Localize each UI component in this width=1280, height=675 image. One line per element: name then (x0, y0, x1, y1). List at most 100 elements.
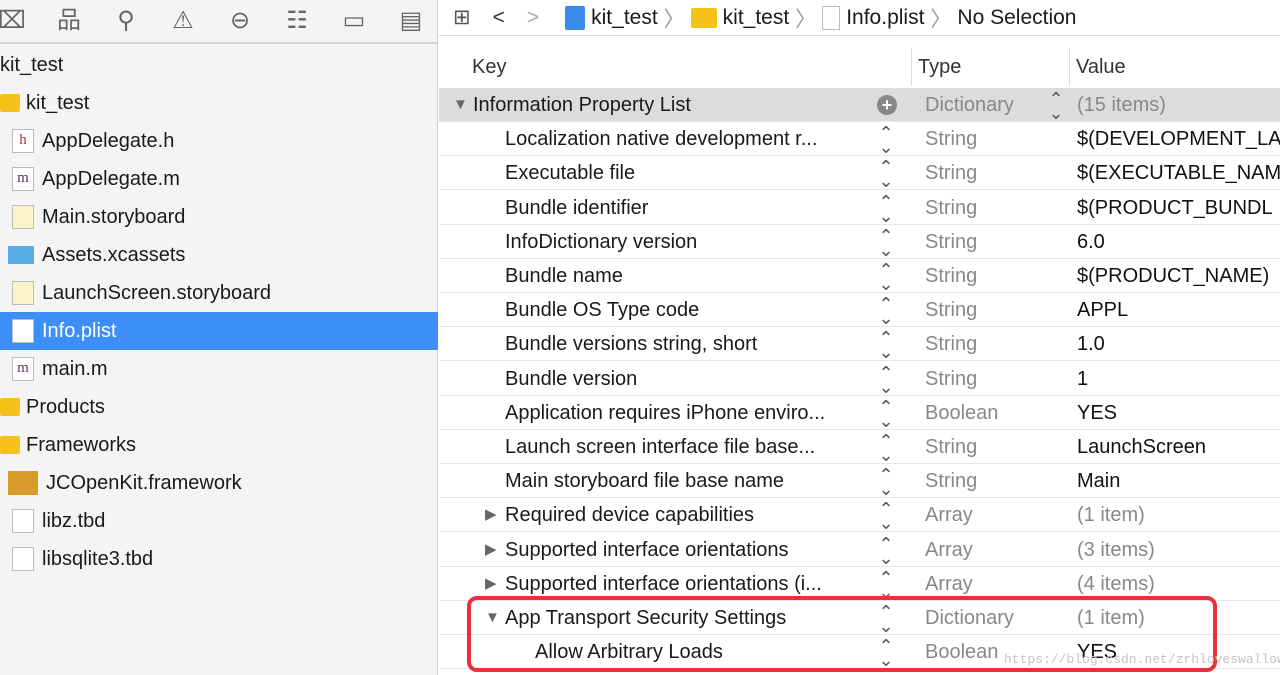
debug-navigator-icon[interactable]: ☷ (282, 6, 312, 36)
plist-type[interactable]: String (925, 122, 977, 156)
report-navigator-icon[interactable]: ▤ (396, 6, 426, 36)
stepper-icon[interactable]: ⌃ ⌄ (877, 329, 895, 361)
column-header-key[interactable]: Key (472, 48, 506, 86)
related-items-icon[interactable]: ⊞ (453, 5, 471, 30)
file-tree-item[interactable]: libsqlite3.tbd (0, 540, 438, 578)
plist-value[interactable]: (15 items) (1077, 88, 1166, 122)
plist-key[interactable]: Bundle name (505, 259, 623, 293)
plist-type[interactable]: String (925, 259, 977, 293)
symbol-navigator-icon[interactable]: 品 (54, 6, 84, 36)
plist-row[interactable]: Bundle version ⌃ ⌄ String 1 (439, 362, 1280, 396)
breadcrumb-project[interactable]: kit_test (591, 6, 658, 30)
stepper-icon[interactable]: ⌃ ⌄ (877, 295, 895, 327)
stepper-icon[interactable]: ⌃ ⌄ (877, 398, 895, 430)
file-tree-item[interactable]: h AppDelegate.h (0, 122, 438, 160)
plist-row[interactable]: InfoDictionary version ⌃ ⌄ String 6.0 (439, 225, 1280, 259)
column-header-type[interactable]: Type (911, 48, 961, 86)
plist-type[interactable]: String (925, 327, 977, 361)
breadcrumb-file[interactable]: Info.plist (846, 6, 924, 30)
back-button[interactable]: < (493, 6, 505, 30)
stepper-icon[interactable]: ⌃ ⌄ (877, 432, 895, 464)
plist-value[interactable]: 6.0 (1077, 225, 1105, 259)
plist-key[interactable]: Executable file (505, 156, 635, 190)
plist-type[interactable]: String (925, 156, 977, 190)
plist-value[interactable]: $(PRODUCT_BUNDL (1077, 191, 1273, 225)
plist-type[interactable]: Array (925, 533, 973, 567)
plist-row[interactable]: ▶ Supported interface orientations ⌃ ⌄ Array… (439, 533, 1280, 567)
issue-navigator-icon[interactable]: ⚠ (168, 6, 198, 36)
plist-key[interactable]: Application requires iPhone enviro... (505, 396, 825, 430)
plist-value[interactable]: (1 item) (1077, 498, 1145, 532)
disclosure-closed-icon[interactable]: ▶ (485, 498, 497, 532)
plist-key[interactable]: Bundle identifier (505, 191, 648, 225)
plist-row[interactable]: Main storyboard file base name ⌃ ⌄ String Ma… (439, 464, 1280, 499)
file-tree-item[interactable]: Main.storyboard (0, 198, 438, 236)
column-header-value[interactable]: Value (1069, 48, 1126, 86)
plist-value[interactable]: (3 items) (1077, 533, 1155, 567)
plist-value[interactable]: $(PRODUCT_NAME) (1077, 259, 1269, 293)
plist-key[interactable]: Supported interface orientations (505, 533, 789, 567)
plist-type[interactable]: String (925, 430, 977, 464)
plist-value[interactable]: 1 (1077, 362, 1088, 396)
plist-type[interactable]: String (925, 191, 977, 225)
plist-row[interactable]: Application requires iPhone enviro... ⌃ ⌄ B… (439, 396, 1280, 430)
plist-key[interactable]: Main storyboard file base name (505, 464, 784, 498)
plist-key[interactable]: Bundle versions string, short (505, 327, 757, 361)
file-tree-item[interactable]: kit_test (0, 84, 438, 122)
breadcrumb-group[interactable]: kit_test (723, 6, 790, 30)
plist-value[interactable]: APPL (1077, 293, 1128, 327)
plist-key[interactable]: Localization native development r... (505, 122, 817, 156)
plist-row[interactable]: Executable file ⌃ ⌄ String $(EXECUTABLE_NAM (439, 156, 1280, 191)
plist-value[interactable]: LaunchScreen (1077, 430, 1206, 464)
file-tree-item[interactable]: libz.tbd (0, 502, 438, 540)
file-tree-item[interactable]: Assets.xcassets (0, 236, 438, 274)
plist-key[interactable]: Launch screen interface file base... (505, 430, 815, 464)
plist-row[interactable]: Bundle name ⌃ ⌄ String $(PRODUCT_NAME) (439, 259, 1280, 293)
stepper-icon[interactable]: ⌃ ⌄ (877, 158, 895, 190)
plist-key[interactable]: Bundle version (505, 362, 637, 396)
plist-key[interactable]: Information Property List (473, 88, 691, 122)
plist-type[interactable]: String (925, 225, 977, 259)
stepper-icon[interactable]: ⌃ ⌄ (877, 569, 895, 601)
plist-key[interactable]: InfoDictionary version (505, 225, 697, 259)
file-tree-item[interactable]: m AppDelegate.m (0, 160, 438, 198)
stepper-icon[interactable]: ⌃ ⌄ (877, 227, 895, 259)
plist-row[interactable]: Bundle OS Type code ⌃ ⌄ String APPL (439, 293, 1280, 328)
file-tree-item[interactable]: Products (0, 388, 438, 426)
plist-value[interactable]: YES (1077, 396, 1117, 430)
stepper-icon[interactable]: ⌃ ⌄ (877, 261, 895, 293)
file-tree-item[interactable]: Info.plist (0, 312, 438, 350)
plist-value[interactable]: Main (1077, 464, 1120, 498)
stepper-icon[interactable]: ⌃ ⌄ (877, 193, 895, 225)
file-tree-item[interactable]: m main.m (0, 350, 438, 388)
file-tree-item[interactable]: Frameworks (0, 426, 438, 464)
plist-key[interactable]: Bundle OS Type code (505, 293, 699, 327)
plist-value[interactable]: $(EXECUTABLE_NAM (1077, 156, 1280, 190)
plist-type[interactable]: Boolean (925, 396, 998, 430)
test-navigator-icon[interactable]: ⊖ (225, 6, 255, 36)
disclosure-open-icon[interactable]: ▼ (453, 88, 468, 122)
plist-type[interactable]: String (925, 464, 977, 498)
plist-row[interactable]: Bundle identifier ⌃ ⌄ String $(PRODUCT_BUNDL (439, 191, 1280, 225)
plist-type[interactable]: Dictionary (925, 88, 1014, 122)
plist-row[interactable]: ▶ Required device capabilities ⌃ ⌄ Array (1 i… (439, 498, 1280, 533)
plist-type[interactable]: String (925, 362, 977, 396)
plist-row[interactable]: Launch screen interface file base... ⌃ ⌄ St… (439, 430, 1280, 464)
project-navigator-icon[interactable]: ⌧ (0, 6, 27, 36)
plist-type[interactable]: Array (925, 498, 973, 532)
plist-value[interactable]: $(DEVELOPMENT_LA (1077, 122, 1280, 156)
add-item-icon[interactable]: + (877, 95, 897, 115)
plist-row[interactable]: Localization native development r... ⌃ ⌄ St… (439, 122, 1280, 157)
find-navigator-icon[interactable]: ⚲ (111, 6, 141, 36)
disclosure-closed-icon[interactable]: ▶ (485, 533, 497, 567)
plist-row[interactable]: ▼ Information Property List + ⌃ ⌄ Dictionary (… (439, 88, 1280, 122)
plist-row[interactable]: Bundle versions string, short ⌃ ⌄ String 1.0 (439, 327, 1280, 362)
plist-type[interactable]: String (925, 293, 977, 327)
file-tree-item[interactable]: JCOpenKit.framework (0, 464, 438, 502)
stepper-icon[interactable]: ⌃ ⌄ (877, 364, 895, 396)
file-tree-item[interactable]: LaunchScreen.storyboard (0, 274, 438, 312)
stepper-icon[interactable]: ⌃ ⌄ (1047, 90, 1065, 122)
plist-key[interactable]: Required device capabilities (505, 498, 754, 532)
stepper-icon[interactable]: ⌃ ⌄ (877, 124, 895, 156)
file-tree-item[interactable]: kit_test (0, 46, 438, 84)
